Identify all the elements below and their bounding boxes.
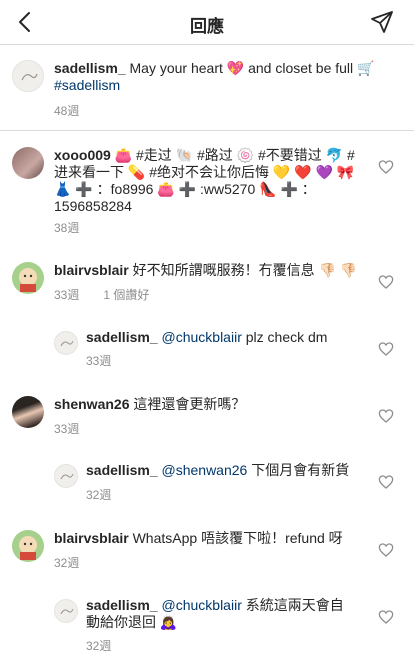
reply-username[interactable]: sadellism_ [86, 329, 158, 345]
header-bar: 回應 [0, 0, 414, 45]
heart-icon[interactable] [378, 159, 394, 175]
comment-username[interactable]: xooo009 [54, 147, 111, 163]
reply-timestamp: 32週 [86, 488, 112, 502]
comment-row: shenwan26 這裡還會更新嗎？ 33週 [0, 396, 414, 441]
caption-text: sadellism_ May your heart 💖 and closet b… [54, 60, 394, 94]
comment-text: blairvsblair WhatsApp 唔該覆下啦！refund 呀 [54, 530, 343, 546]
comment-meta: 38週 [54, 219, 103, 236]
comment-timestamp: 33週 [54, 288, 80, 302]
mention-link[interactable]: @chuckblaiir [162, 597, 242, 613]
mention-link[interactable]: @shenwan26 [162, 462, 248, 478]
post-caption: sadellism_ May your heart 💖 and closet b… [0, 46, 414, 131]
comment-timestamp: 32週 [54, 556, 80, 570]
avatar[interactable] [12, 262, 44, 294]
page-title: 回應 [190, 17, 224, 36]
heart-icon[interactable] [378, 542, 394, 558]
comment-meta: 33週 1 個讚好 [54, 286, 173, 303]
caption-timestamp: 48週 [54, 104, 80, 118]
avatar[interactable] [12, 396, 44, 428]
reply-timestamp: 32週 [86, 639, 112, 653]
comment-username[interactable]: blairvsblair [54, 530, 129, 546]
caption-body: May your heart 💖 and closet be full 🛒 [125, 60, 375, 76]
comment-text: blairvsblair 好不知所謂嘅服務！冇覆信息 👎🏻 👎🏻 [54, 262, 358, 278]
heart-icon[interactable] [378, 341, 394, 357]
avatar[interactable] [54, 599, 78, 623]
heart-icon[interactable] [378, 274, 394, 290]
comment-meta: 33週 [54, 420, 103, 437]
comment-row: xooo009 👛 #走过 🐚 #路过 🍥 #不要错过 🐬 # 进来看一下 💊 … [0, 147, 414, 237]
avatar[interactable] [12, 60, 44, 92]
hashtag-link[interactable]: #sadellism [54, 77, 120, 93]
reply-username[interactable]: sadellism_ [86, 462, 158, 478]
mention-link[interactable]: @chuckblaiir [162, 329, 242, 345]
reply-meta: 33週 [86, 352, 135, 369]
send-icon[interactable] [370, 10, 394, 34]
comment-row: blairvsblair WhatsApp 唔該覆下啦！refund 呀 32週 [0, 530, 414, 575]
comment-timestamp: 33週 [54, 422, 80, 436]
avatar[interactable] [12, 147, 44, 179]
comment-text: xooo009 👛 #走过 🐚 #路过 🍥 #不要错过 🐬 # 进来看一下 💊 … [54, 147, 355, 214]
comment-meta: 32週 [54, 554, 103, 571]
reply-text: sadellism_ @chuckblaiir plz check dm [86, 329, 328, 345]
reply-row: sadellism_ @chuckblaiir 系統這兩天會自 動給你退回 🙇‍… [0, 597, 414, 657]
comment-username[interactable]: blairvsblair [54, 262, 129, 278]
comment-row: blairvsblair 好不知所謂嘅服務！冇覆信息 👎🏻 👎🏻 33週 1 個讚… [0, 262, 414, 312]
reply-meta: 32週 [86, 486, 135, 503]
heart-icon[interactable] [378, 609, 394, 625]
avatar[interactable] [54, 464, 78, 488]
heart-icon[interactable] [378, 408, 394, 424]
reply-row: sadellism_ @shenwan26 下個月會有新貨 32週 [0, 462, 414, 502]
reply-meta: 32週 [86, 637, 135, 654]
reply-text: sadellism_ @shenwan26 下個月會有新貨 [86, 462, 350, 478]
comment-timestamp: 38週 [54, 221, 80, 235]
comment-username[interactable]: shenwan26 [54, 396, 129, 412]
avatar[interactable] [12, 530, 44, 562]
likes-count[interactable]: 1 個讚好 [103, 288, 149, 302]
reply-timestamp: 33週 [86, 354, 112, 368]
caption-username[interactable]: sadellism_ [54, 60, 126, 76]
comment-text: shenwan26 這裡還會更新嗎？ [54, 396, 246, 412]
avatar[interactable] [54, 331, 78, 355]
heart-icon[interactable] [378, 474, 394, 490]
reply-text: sadellism_ @chuckblaiir 系統這兩天會自 動給你退回 🙇‍… [86, 597, 344, 630]
reply-username[interactable]: sadellism_ [86, 597, 158, 613]
reply-row: sadellism_ @chuckblaiir plz check dm 33週 [0, 329, 414, 369]
